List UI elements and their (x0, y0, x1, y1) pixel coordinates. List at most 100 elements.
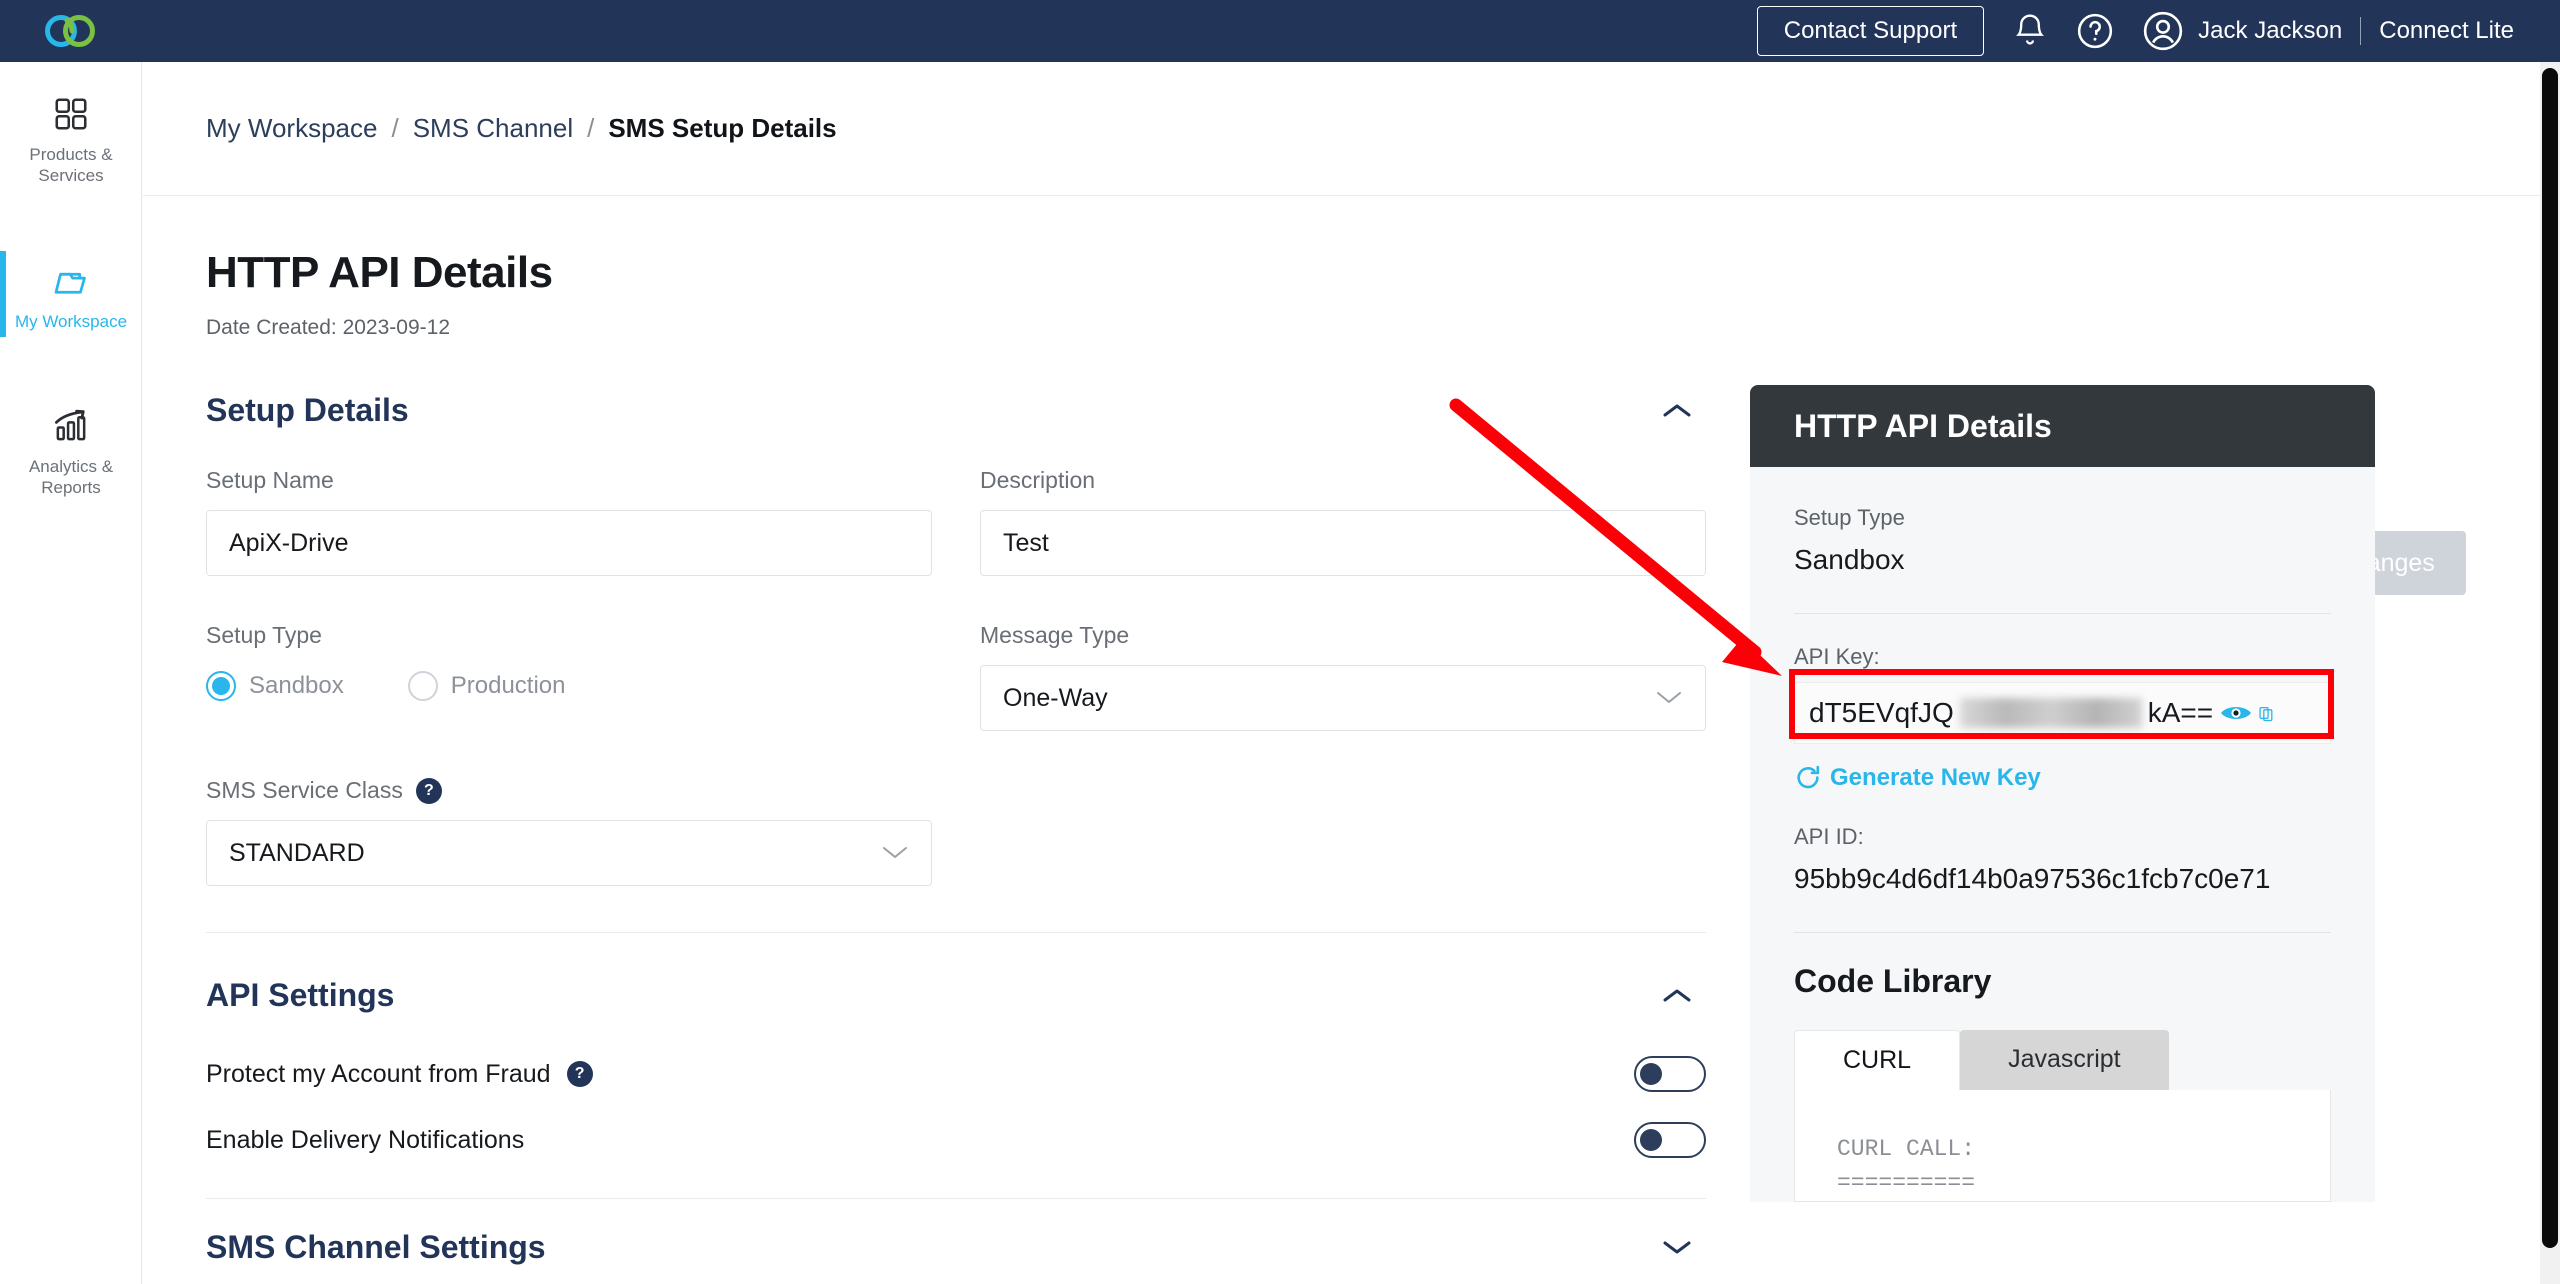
fraud-protection-label: Protect my Account from Fraud (206, 1059, 551, 1088)
message-type-label: Message Type (980, 622, 1130, 648)
copy-icon[interactable] (2259, 700, 2275, 726)
setup-name-input[interactable]: ApiX-Drive (206, 510, 932, 576)
chevron-up-icon[interactable] (1660, 400, 1694, 422)
api-key-prefix: dT5EVqfJQ (1809, 696, 1954, 728)
message-type-value: One-Way (1003, 683, 1108, 712)
plan-name-label[interactable]: Connect Lite (2379, 17, 2514, 45)
vertical-scrollbar-thumb[interactable] (2542, 68, 2558, 1248)
tab-javascript[interactable]: Javascript (1960, 1029, 2169, 1090)
service-class-label-wrap: SMS Service Class ? (206, 777, 932, 804)
breadcrumb-sms-channel[interactable]: SMS Channel (413, 113, 573, 144)
message-type-select[interactable]: One-Way (980, 665, 1706, 731)
bar-chart-arrow-icon (49, 406, 93, 446)
setup-details-section-header[interactable]: Setup Details (206, 392, 1706, 429)
panel-divider (1794, 612, 2331, 614)
generate-new-key-button[interactable]: Generate New Key (1794, 764, 2331, 792)
fraud-protection-row: Protect my Account from Fraud ? (206, 1056, 1706, 1092)
sidebar-item-products-services[interactable]: Products & Services (0, 76, 142, 201)
api-key-label: API Key: (1794, 643, 1880, 669)
brand-logo[interactable] (0, 11, 142, 51)
section-title: Setup Details (206, 392, 409, 428)
refresh-icon (1794, 764, 1822, 792)
sidebar-item-analytics-reports[interactable]: Analytics & Reports (0, 388, 142, 513)
service-class-row: SMS Service Class ? STANDARD (206, 777, 1706, 886)
setup-name-label: Setup Name (206, 467, 334, 493)
fraud-protection-label-wrap: Protect my Account from Fraud ? (206, 1060, 593, 1089)
date-created-label: Date Created: 2023-09-12 (206, 316, 450, 339)
setup-name-description-row: Setup Name ApiX-Drive Description Test (206, 467, 1706, 576)
service-class-select[interactable]: STANDARD (206, 820, 932, 886)
chevron-up-icon[interactable] (1660, 985, 1694, 1007)
section-divider (206, 932, 1706, 933)
chevron-down-icon (881, 839, 909, 868)
code-line-heading: CURL CALL: (1837, 1135, 1976, 1162)
breadcrumb-separator: / (587, 113, 595, 143)
tab-curl[interactable]: CURL (1794, 1029, 1961, 1090)
sidebar-item-my-workspace[interactable]: My Workspace (0, 243, 142, 346)
radio-sandbox-indicator[interactable] (206, 671, 236, 701)
radio-sandbox-label: Sandbox (249, 672, 344, 699)
chevron-down-icon[interactable] (1660, 1236, 1694, 1258)
question-circle-icon[interactable] (2076, 12, 2114, 50)
bell-icon[interactable] (2012, 12, 2048, 50)
delivery-notifications-toggle[interactable] (1634, 1122, 1706, 1158)
api-key-redacted-region (1959, 697, 2142, 728)
user-account-block[interactable]: Jack Jackson Connect Lite (2142, 10, 2514, 52)
code-line-underline: ========== (1837, 1170, 1976, 1197)
delivery-notifications-row: Enable Delivery Notifications (206, 1122, 1706, 1158)
description-label: Description (980, 467, 1096, 493)
sidebar-item-label: Products & Services (29, 145, 113, 186)
radio-production-indicator[interactable] (407, 671, 438, 701)
section-title: API Settings (206, 977, 395, 1013)
eye-icon[interactable] (2219, 701, 2253, 725)
radio-option-production[interactable]: Production (407, 671, 566, 701)
top-navigation-bar: Contact Support Jack Jackson Connect Lit… (0, 0, 2560, 62)
page-title: HTTP API Details (206, 248, 553, 297)
api-settings-section-header[interactable]: API Settings (206, 977, 1706, 1014)
setup-type-label: Setup Type (206, 622, 322, 648)
generate-new-key-label: Generate New Key (1830, 763, 2041, 791)
breadcrumb-my-workspace[interactable]: My Workspace (206, 113, 377, 144)
code-snippet-box: CURL CALL: ========== (1794, 1089, 2331, 1202)
radio-option-sandbox[interactable]: Sandbox (206, 671, 344, 701)
breadcrumb: My Workspace / SMS Channel / SMS Setup D… (143, 62, 2540, 196)
service-class-spacer (980, 777, 1706, 886)
interlocking-rings-logo-icon (45, 15, 95, 47)
api-key-suffix: kA== (2147, 696, 2214, 728)
help-icon[interactable]: ? (566, 1061, 593, 1087)
sidebar-item-label: Analytics & Reports (28, 456, 114, 497)
help-icon[interactable]: ? (415, 777, 442, 804)
user-avatar-icon (2142, 10, 2184, 52)
service-class-field-group: SMS Service Class ? STANDARD (206, 777, 932, 886)
panel-divider (1794, 931, 2331, 933)
grid-icon (49, 94, 93, 134)
contact-support-button[interactable]: Contact Support (1756, 6, 1985, 56)
toggle-knob (1640, 1129, 1662, 1151)
fraud-protection-toggle[interactable] (1634, 1056, 1706, 1092)
sms-channel-settings-section-header[interactable]: SMS Channel Settings (206, 1199, 1706, 1284)
setup-details-section: Setup Details Setup Name ApiX-Drive Desc (206, 392, 1706, 1284)
setup-type-radio-group: Sandbox Production (206, 671, 932, 701)
setup-type-message-type-row: Setup Type Sandbox Production Message Ty… (206, 622, 1706, 731)
app-root: Contact Support Jack Jackson Connect Lit… (0, 0, 2560, 1284)
section-title: SMS Channel Settings (206, 1228, 546, 1265)
breadcrumb-current: SMS Setup Details (608, 113, 837, 143)
folder-icon (49, 261, 93, 301)
description-input[interactable]: Test (980, 510, 1706, 576)
setup-name-field-group: Setup Name ApiX-Drive (206, 467, 932, 576)
panel-setup-type-value: Sandbox (1794, 544, 1905, 575)
api-id-label: API ID: (1794, 823, 1864, 849)
delivery-notifications-label-wrap: Enable Delivery Notifications (206, 1126, 524, 1155)
code-library-title: Code Library (1794, 962, 1992, 999)
panel-setup-type-label: Setup Type (1794, 505, 1905, 530)
left-sidebar: Products & Services My Workspace Analyti… (0, 62, 142, 1284)
header-divider (2360, 17, 2362, 45)
setup-type-field-group: Setup Type Sandbox Production (206, 622, 932, 731)
api-key-field[interactable]: dT5EVqfJQ kA== (1794, 681, 2331, 744)
sidebar-item-label: My Workspace (14, 311, 128, 331)
api-id-block: API ID: 95bb9c4d6df14b0a97536c1fcb7c0e71 (1794, 824, 2331, 898)
user-name-label: Jack Jackson (2198, 17, 2343, 44)
api-id-value: 95bb9c4d6df14b0a97536c1fcb7c0e71 (1794, 862, 2271, 894)
toggle-knob (1640, 1063, 1662, 1085)
panel-body: Setup Type Sandbox API Key: dT5EVqfJQ kA… (1750, 467, 2375, 1202)
